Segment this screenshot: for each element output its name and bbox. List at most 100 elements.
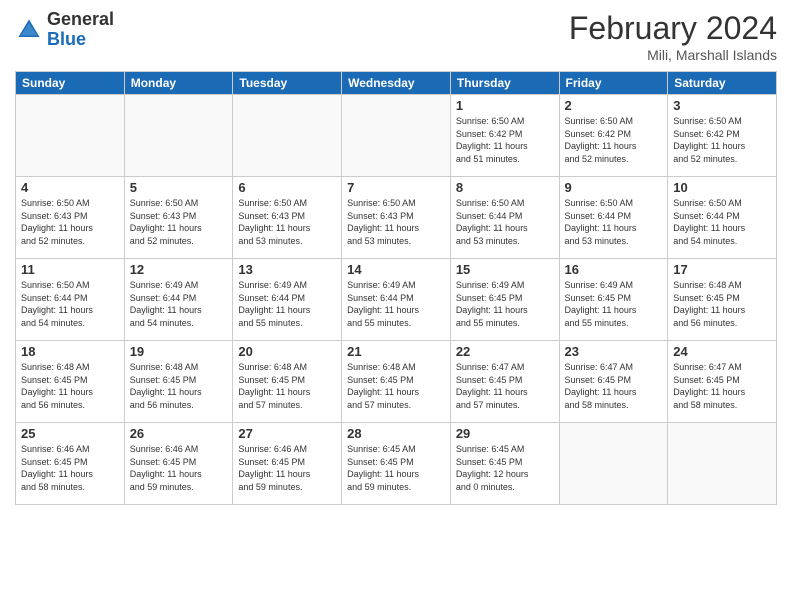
- day-number: 24: [673, 344, 771, 359]
- calendar-cell: 11 Sunrise: 6:50 AM Sunset: 6:44 PM Dayli…: [16, 259, 125, 341]
- calendar-cell: [668, 423, 777, 505]
- calendar-cell: 29 Sunrise: 6:45 AM Sunset: 6:45 PM Dayli…: [450, 423, 559, 505]
- calendar-week-5: 25 Sunrise: 6:46 AM Sunset: 6:45 PM Dayli…: [16, 423, 777, 505]
- calendar-cell: 7 Sunrise: 6:50 AM Sunset: 6:43 PM Daylig…: [342, 177, 451, 259]
- cell-info: Sunrise: 6:49 AM Sunset: 6:44 PM Dayligh…: [238, 279, 336, 329]
- calendar-cell: 19 Sunrise: 6:48 AM Sunset: 6:45 PM Dayli…: [124, 341, 233, 423]
- calendar-cell: 4Sunrise: 6:50 AM Sunset: 6:43 PM Daylig…: [16, 177, 125, 259]
- calendar-cell: 9 Sunrise: 6:50 AM Sunset: 6:44 PM Daylig…: [559, 177, 668, 259]
- day-number: 8: [456, 180, 554, 195]
- col-saturday: Saturday: [668, 72, 777, 95]
- cell-info: Sunrise: 6:50 AM Sunset: 6:44 PM Dayligh…: [21, 279, 119, 329]
- cell-info: Sunrise: 6:45 AM Sunset: 6:45 PM Dayligh…: [347, 443, 445, 493]
- day-number: 7: [347, 180, 445, 195]
- day-number: 20: [238, 344, 336, 359]
- day-number: 19: [130, 344, 228, 359]
- cell-info: Sunrise: 6:49 AM Sunset: 6:44 PM Dayligh…: [347, 279, 445, 329]
- cell-info: Sunrise: 6:50 AM Sunset: 6:44 PM Dayligh…: [565, 197, 663, 247]
- cell-info: Sunrise: 6:49 AM Sunset: 6:45 PM Dayligh…: [565, 279, 663, 329]
- day-number: 28: [347, 426, 445, 441]
- cell-info: Sunrise: 6:49 AM Sunset: 6:45 PM Dayligh…: [456, 279, 554, 329]
- calendar-cell: 12 Sunrise: 6:49 AM Sunset: 6:44 PM Dayli…: [124, 259, 233, 341]
- col-friday: Friday: [559, 72, 668, 95]
- cell-info: Sunrise: 6:50 AM Sunset: 6:43 PM Dayligh…: [21, 197, 119, 247]
- calendar-week-3: 11 Sunrise: 6:50 AM Sunset: 6:44 PM Dayli…: [16, 259, 777, 341]
- cell-info: Sunrise: 6:46 AM Sunset: 6:45 PM Dayligh…: [238, 443, 336, 493]
- header: General Blue February 2024 Mili, Marshal…: [15, 10, 777, 63]
- calendar-cell: 5 Sunrise: 6:50 AM Sunset: 6:43 PM Daylig…: [124, 177, 233, 259]
- calendar-cell: 26 Sunrise: 6:46 AM Sunset: 6:45 PM Dayli…: [124, 423, 233, 505]
- calendar-cell: 24 Sunrise: 6:47 AM Sunset: 6:45 PM Dayli…: [668, 341, 777, 423]
- title-block: February 2024 Mili, Marshall Islands: [569, 10, 777, 63]
- calendar-cell: 28 Sunrise: 6:45 AM Sunset: 6:45 PM Dayli…: [342, 423, 451, 505]
- logo-icon: [15, 16, 43, 44]
- day-number: 5: [130, 180, 228, 195]
- cell-info: Sunrise: 6:47 AM Sunset: 6:45 PM Dayligh…: [456, 361, 554, 411]
- day-number: 1: [456, 98, 554, 113]
- cell-info: Sunrise: 6:48 AM Sunset: 6:45 PM Dayligh…: [673, 279, 771, 329]
- calendar-header-row: Sunday Monday Tuesday Wednesday Thursday…: [16, 72, 777, 95]
- calendar-cell: 27 Sunrise: 6:46 AM Sunset: 6:45 PM Dayli…: [233, 423, 342, 505]
- day-number: 25: [21, 426, 119, 441]
- month-title: February 2024: [569, 10, 777, 47]
- logo: General Blue: [15, 10, 114, 50]
- day-number: 9: [565, 180, 663, 195]
- calendar-cell: 25 Sunrise: 6:46 AM Sunset: 6:45 PM Dayli…: [16, 423, 125, 505]
- col-monday: Monday: [124, 72, 233, 95]
- location: Mili, Marshall Islands: [569, 47, 777, 63]
- cell-info: Sunrise: 6:50 AM Sunset: 6:43 PM Dayligh…: [347, 197, 445, 247]
- day-number: 6: [238, 180, 336, 195]
- cell-info: Sunrise: 6:50 AM Sunset: 6:43 PM Dayligh…: [238, 197, 336, 247]
- page-container: General Blue February 2024 Mili, Marshal…: [0, 0, 792, 612]
- day-number: 29: [456, 426, 554, 441]
- cell-info: Sunrise: 6:49 AM Sunset: 6:44 PM Dayligh…: [130, 279, 228, 329]
- col-sunday: Sunday: [16, 72, 125, 95]
- calendar-week-4: 18 Sunrise: 6:48 AM Sunset: 6:45 PM Dayli…: [16, 341, 777, 423]
- cell-info: Sunrise: 6:47 AM Sunset: 6:45 PM Dayligh…: [673, 361, 771, 411]
- day-number: 3: [673, 98, 771, 113]
- calendar-cell: 6 Sunrise: 6:50 AM Sunset: 6:43 PM Daylig…: [233, 177, 342, 259]
- day-number: 11: [21, 262, 119, 277]
- calendar-cell: [233, 95, 342, 177]
- calendar-cell: 8Sunrise: 6:50 AM Sunset: 6:44 PM Daylig…: [450, 177, 559, 259]
- day-number: 22: [456, 344, 554, 359]
- cell-info: Sunrise: 6:48 AM Sunset: 6:45 PM Dayligh…: [238, 361, 336, 411]
- calendar-cell: 23Sunrise: 6:47 AM Sunset: 6:45 PM Dayli…: [559, 341, 668, 423]
- calendar-cell: 16 Sunrise: 6:49 AM Sunset: 6:45 PM Dayli…: [559, 259, 668, 341]
- calendar-cell: [342, 95, 451, 177]
- calendar-cell: 2Sunrise: 6:50 AM Sunset: 6:42 PM Daylig…: [559, 95, 668, 177]
- col-thursday: Thursday: [450, 72, 559, 95]
- cell-info: Sunrise: 6:50 AM Sunset: 6:42 PM Dayligh…: [565, 115, 663, 165]
- cell-info: Sunrise: 6:48 AM Sunset: 6:45 PM Dayligh…: [130, 361, 228, 411]
- logo-blue: Blue: [47, 29, 86, 49]
- day-number: 12: [130, 262, 228, 277]
- cell-info: Sunrise: 6:50 AM Sunset: 6:44 PM Dayligh…: [673, 197, 771, 247]
- calendar-cell: [124, 95, 233, 177]
- day-number: 27: [238, 426, 336, 441]
- calendar-cell: 18Sunrise: 6:48 AM Sunset: 6:45 PM Dayli…: [16, 341, 125, 423]
- day-number: 16: [565, 262, 663, 277]
- day-number: 15: [456, 262, 554, 277]
- cell-info: Sunrise: 6:45 AM Sunset: 6:45 PM Dayligh…: [456, 443, 554, 493]
- cell-info: Sunrise: 6:46 AM Sunset: 6:45 PM Dayligh…: [21, 443, 119, 493]
- calendar-week-2: 4Sunrise: 6:50 AM Sunset: 6:43 PM Daylig…: [16, 177, 777, 259]
- day-number: 26: [130, 426, 228, 441]
- day-number: 23: [565, 344, 663, 359]
- calendar-cell: 17 Sunrise: 6:48 AM Sunset: 6:45 PM Dayli…: [668, 259, 777, 341]
- calendar-cell: 3Sunrise: 6:50 AM Sunset: 6:42 PM Daylig…: [668, 95, 777, 177]
- calendar-cell: 14Sunrise: 6:49 AM Sunset: 6:44 PM Dayli…: [342, 259, 451, 341]
- calendar-cell: 22 Sunrise: 6:47 AM Sunset: 6:45 PM Dayli…: [450, 341, 559, 423]
- cell-info: Sunrise: 6:50 AM Sunset: 6:43 PM Dayligh…: [130, 197, 228, 247]
- day-number: 18: [21, 344, 119, 359]
- cell-info: Sunrise: 6:48 AM Sunset: 6:45 PM Dayligh…: [347, 361, 445, 411]
- day-number: 17: [673, 262, 771, 277]
- cell-info: Sunrise: 6:46 AM Sunset: 6:45 PM Dayligh…: [130, 443, 228, 493]
- col-wednesday: Wednesday: [342, 72, 451, 95]
- cell-info: Sunrise: 6:50 AM Sunset: 6:42 PM Dayligh…: [456, 115, 554, 165]
- calendar-cell: 15 Sunrise: 6:49 AM Sunset: 6:45 PM Dayli…: [450, 259, 559, 341]
- logo-text: General Blue: [47, 10, 114, 50]
- day-number: 10: [673, 180, 771, 195]
- calendar-cell: 1 Sunrise: 6:50 AM Sunset: 6:42 PM Daylig…: [450, 95, 559, 177]
- calendar-week-1: 1 Sunrise: 6:50 AM Sunset: 6:42 PM Daylig…: [16, 95, 777, 177]
- calendar-cell: [559, 423, 668, 505]
